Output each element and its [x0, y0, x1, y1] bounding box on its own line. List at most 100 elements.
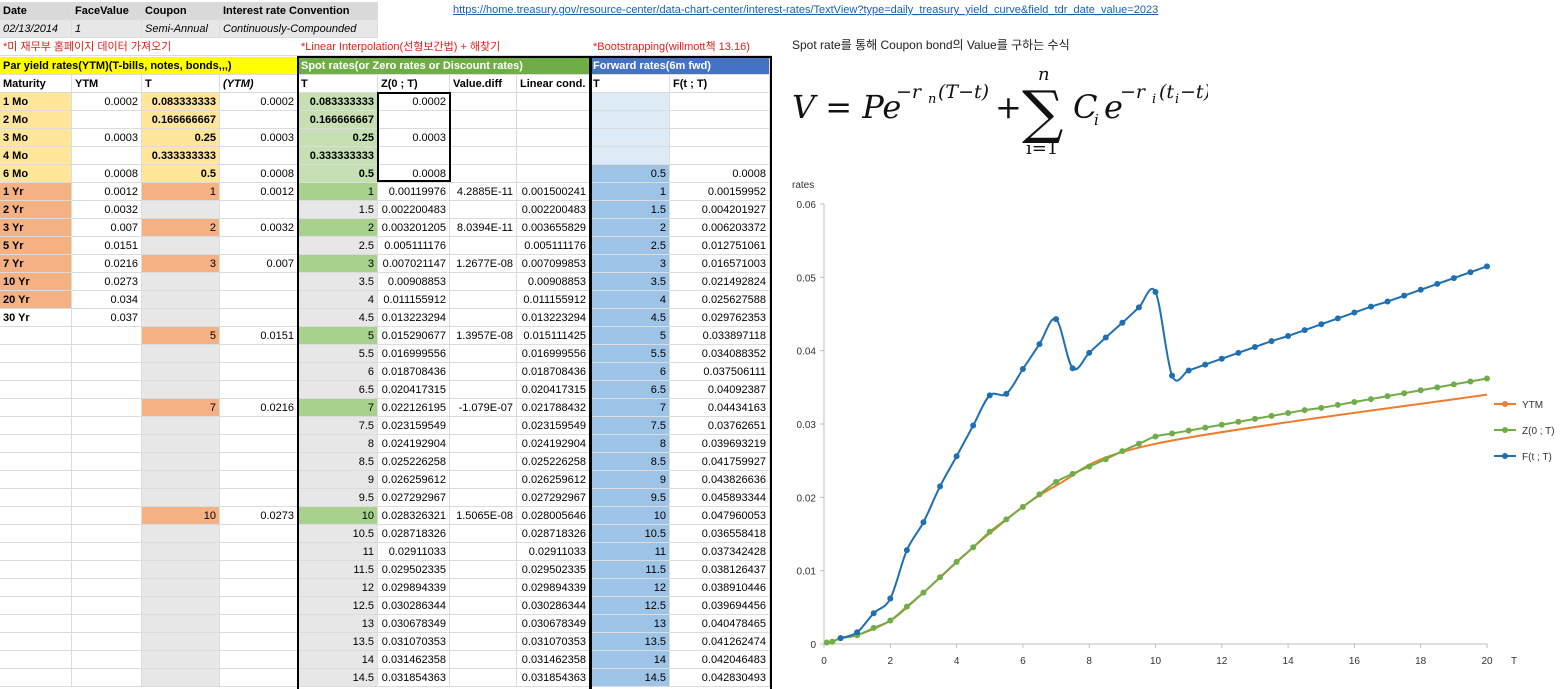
f-cell[interactable]: 0.03762651 — [670, 417, 770, 435]
linear-cond-cell[interactable]: 0.003655829 — [517, 219, 590, 237]
ytm-paren-cell[interactable] — [220, 237, 298, 255]
ytm-cell[interactable]: 0.037 — [72, 309, 142, 327]
value-diff-cell[interactable] — [450, 363, 517, 381]
linear-cond-cell[interactable]: 0.024192904 — [517, 435, 590, 453]
maturity-cell[interactable] — [0, 327, 72, 345]
z-cell[interactable]: 0.025226258 — [378, 453, 450, 471]
ytm-paren-cell[interactable] — [220, 345, 298, 363]
t-spot-cell[interactable]: 10 — [298, 507, 378, 525]
header-facevalue[interactable]: FaceValue — [72, 2, 142, 20]
z-cell[interactable]: 0.00119976 — [378, 183, 450, 201]
value-diff-cell[interactable] — [450, 489, 517, 507]
value-diff-cell[interactable] — [450, 165, 517, 183]
linear-cond-cell[interactable]: 0.028005646 — [517, 507, 590, 525]
f-cell[interactable]: 0.041759927 — [670, 453, 770, 471]
t-forward-cell[interactable]: 11 — [590, 543, 670, 561]
z-cell[interactable]: 0.020417315 — [378, 381, 450, 399]
t-spot-cell[interactable]: 1 — [298, 183, 378, 201]
t-par-cell[interactable] — [142, 435, 220, 453]
t-par-cell[interactable] — [142, 615, 220, 633]
ytm-paren-cell[interactable] — [220, 651, 298, 669]
f-cell[interactable]: 0.036558418 — [670, 525, 770, 543]
col-t-spot[interactable]: T — [298, 75, 378, 93]
t-par-cell[interactable] — [142, 237, 220, 255]
ytm-cell[interactable]: 0.007 — [72, 219, 142, 237]
value-diff-cell[interactable] — [450, 669, 517, 687]
linear-cond-cell[interactable] — [517, 165, 590, 183]
f-cell[interactable]: 0.041262474 — [670, 633, 770, 651]
value-diff-cell[interactable] — [450, 615, 517, 633]
linear-cond-cell[interactable]: 0.018708436 — [517, 363, 590, 381]
value-rate-convention[interactable]: Continuously-Compounded — [220, 20, 378, 38]
value-diff-cell[interactable] — [450, 93, 517, 111]
f-cell[interactable]: 0.04092387 — [670, 381, 770, 399]
value-diff-cell[interactable] — [450, 273, 517, 291]
ytm-paren-cell[interactable] — [220, 417, 298, 435]
maturity-cell[interactable]: 2 Yr — [0, 201, 72, 219]
linear-cond-cell[interactable]: 0.028718326 — [517, 525, 590, 543]
f-cell[interactable]: 0.016571003 — [670, 255, 770, 273]
t-par-cell[interactable] — [142, 597, 220, 615]
note-interp[interactable]: *Linear Interpolation(선형보간법) + 해찾기 — [298, 38, 590, 56]
ytm-paren-cell[interactable]: 0.0216 — [220, 399, 298, 417]
t-par-cell[interactable] — [142, 273, 220, 291]
ytm-paren-cell[interactable] — [220, 201, 298, 219]
t-spot-cell[interactable]: 9 — [298, 471, 378, 489]
f-cell[interactable]: 0.047960053 — [670, 507, 770, 525]
ytm-paren-cell[interactable] — [220, 579, 298, 597]
t-forward-cell[interactable]: 14.5 — [590, 669, 670, 687]
maturity-cell[interactable] — [0, 471, 72, 489]
ytm-cell[interactable] — [72, 381, 142, 399]
t-forward-cell[interactable]: 3 — [590, 255, 670, 273]
t-spot-cell[interactable]: 0.5 — [298, 165, 378, 183]
linear-cond-cell[interactable]: 0.011155912 — [517, 291, 590, 309]
t-par-cell[interactable]: 5 — [142, 327, 220, 345]
ytm-cell[interactable]: 0.0032 — [72, 201, 142, 219]
maturity-cell[interactable] — [0, 507, 72, 525]
t-forward-cell[interactable]: 3.5 — [590, 273, 670, 291]
t-par-cell[interactable]: 7 — [142, 399, 220, 417]
maturity-cell[interactable]: 2 Mo — [0, 111, 72, 129]
value-diff-cell[interactable] — [450, 651, 517, 669]
value-diff-cell[interactable] — [450, 129, 517, 147]
maturity-cell[interactable] — [0, 615, 72, 633]
t-par-cell[interactable] — [142, 543, 220, 561]
section-forward-rates[interactable]: Forward rates(6m fwd) — [590, 57, 770, 75]
z-cell[interactable]: 0.007021147 — [378, 255, 450, 273]
maturity-cell[interactable]: 7 Yr — [0, 255, 72, 273]
f-cell[interactable]: 0.033897118 — [670, 327, 770, 345]
ytm-paren-cell[interactable] — [220, 489, 298, 507]
maturity-cell[interactable] — [0, 453, 72, 471]
f-cell[interactable]: 0.025627588 — [670, 291, 770, 309]
value-coupon[interactable]: Semi-Annual — [142, 20, 220, 38]
linear-cond-cell[interactable]: 0.013223294 — [517, 309, 590, 327]
col-linear-cond[interactable]: Linear cond. — [517, 75, 590, 93]
t-spot-cell[interactable]: 4 — [298, 291, 378, 309]
f-cell[interactable] — [670, 129, 770, 147]
ytm-cell[interactable] — [72, 471, 142, 489]
value-diff-cell[interactable] — [450, 525, 517, 543]
maturity-cell[interactable] — [0, 561, 72, 579]
z-cell[interactable]: 0.003201205 — [378, 219, 450, 237]
ytm-paren-cell[interactable]: 0.0003 — [220, 129, 298, 147]
t-par-cell[interactable]: 0.25 — [142, 129, 220, 147]
t-forward-cell[interactable]: 2 — [590, 219, 670, 237]
maturity-cell[interactable] — [0, 543, 72, 561]
z-cell[interactable]: 0.028326321 — [378, 507, 450, 525]
ytm-cell[interactable] — [72, 651, 142, 669]
maturity-cell[interactable] — [0, 363, 72, 381]
f-cell[interactable] — [670, 111, 770, 129]
f-cell[interactable]: 0.04434163 — [670, 399, 770, 417]
value-diff-cell[interactable] — [450, 291, 517, 309]
t-par-cell[interactable] — [142, 651, 220, 669]
value-diff-cell[interactable] — [450, 237, 517, 255]
linear-cond-cell[interactable]: 0.020417315 — [517, 381, 590, 399]
maturity-cell[interactable] — [0, 651, 72, 669]
linear-cond-cell[interactable]: 0.016999556 — [517, 345, 590, 363]
t-forward-cell[interactable]: 14 — [590, 651, 670, 669]
section-par-yield[interactable]: Par yield rates(YTM)(T-bills, notes, bon… — [0, 57, 298, 75]
z-cell[interactable]: 0.011155912 — [378, 291, 450, 309]
z-cell[interactable]: 0.028718326 — [378, 525, 450, 543]
t-spot-cell[interactable]: 13 — [298, 615, 378, 633]
ytm-paren-cell[interactable] — [220, 561, 298, 579]
